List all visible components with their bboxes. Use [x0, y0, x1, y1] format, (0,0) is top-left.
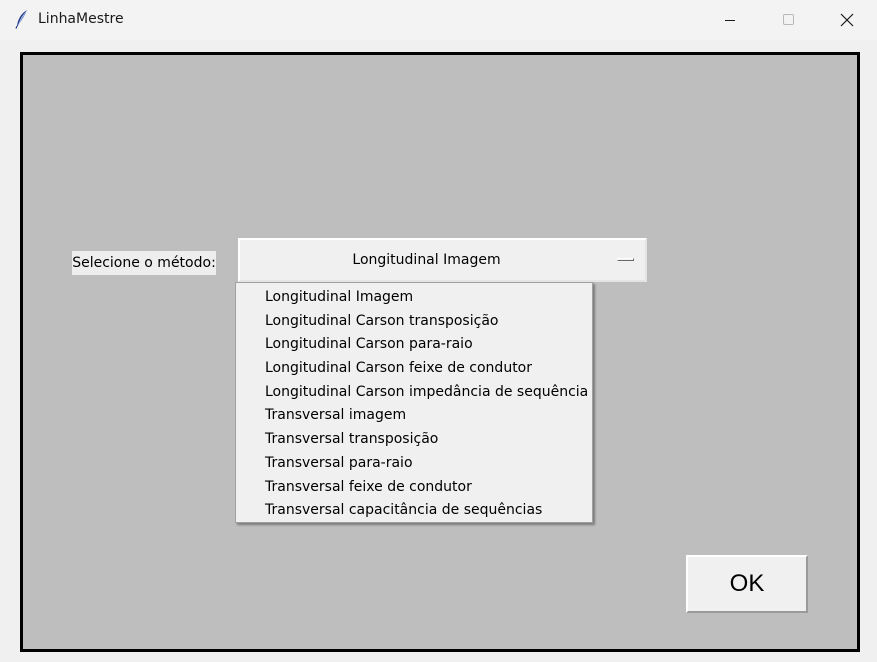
menu-item[interactable]: Longitudinal Carson para-raio — [236, 333, 592, 357]
title-bar[interactable]: LinhaMestre — [0, 0, 877, 40]
method-menu: Longitudinal Imagem Longitudinal Carson … — [235, 282, 593, 523]
method-dropdown[interactable]: Longitudinal Imagem — [238, 238, 647, 282]
menu-item[interactable]: Longitudinal Carson feixe de condutor — [236, 357, 592, 381]
app-window: LinhaMestre Selecione o método: Longitud… — [0, 0, 877, 662]
menu-item[interactable]: Longitudinal Carson impedância de sequên… — [236, 381, 592, 405]
menu-item[interactable]: Transversal transposição — [236, 428, 592, 452]
ok-button[interactable]: OK — [686, 555, 808, 613]
window-title: LinhaMestre — [38, 11, 124, 27]
selected-method: Longitudinal Imagem — [352, 252, 501, 268]
maximize-icon — [783, 14, 794, 25]
method-label: Selecione o método: — [72, 251, 216, 275]
menu-item[interactable]: Transversal feixe de condutor — [236, 476, 592, 500]
maximize-button[interactable] — [759, 0, 817, 40]
dropdown-indicator-icon — [617, 258, 634, 261]
menu-item[interactable]: Longitudinal Imagem — [236, 286, 592, 310]
feather-icon — [14, 9, 30, 29]
menu-item[interactable]: Longitudinal Carson transposição — [236, 310, 592, 334]
close-icon — [840, 13, 854, 27]
menu-item[interactable]: Transversal imagem — [236, 404, 592, 428]
menu-item[interactable]: Transversal capacitância de sequências — [236, 499, 592, 523]
minimize-icon — [725, 20, 735, 21]
menu-item[interactable]: Transversal para-raio — [236, 452, 592, 476]
minimize-button[interactable] — [701, 0, 759, 40]
close-button[interactable] — [817, 0, 875, 40]
